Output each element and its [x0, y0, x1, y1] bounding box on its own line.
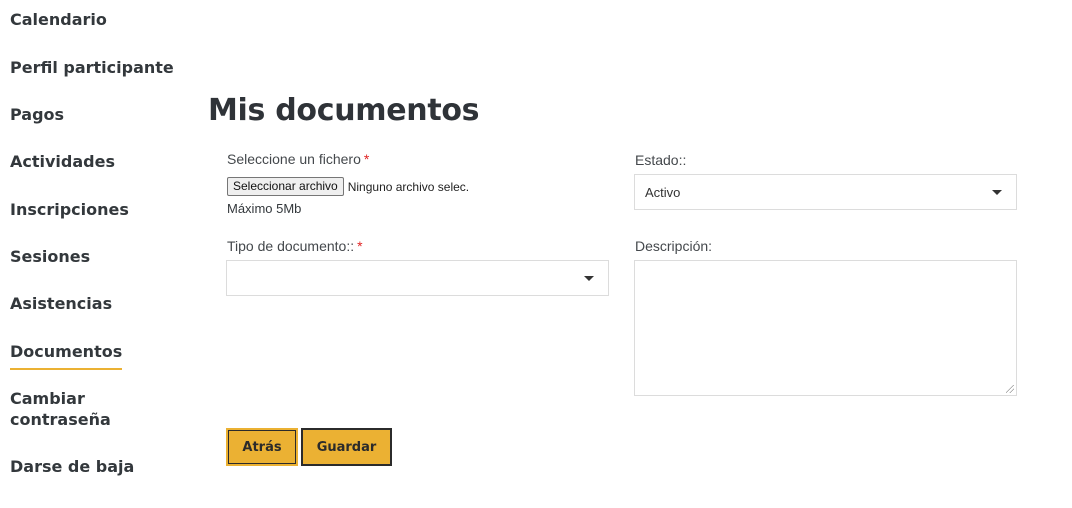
sidebar-item-perfil-participante[interactable]: Perfil participante: [10, 57, 174, 78]
estado-select[interactable]: Activo: [634, 174, 1017, 210]
tipo-documento-select[interactable]: [226, 260, 609, 296]
sidebar-item-sesiones[interactable]: Sesiones: [10, 246, 90, 267]
required-mark: *: [357, 238, 363, 254]
sidebar-item-documentos[interactable]: Documentos: [10, 341, 123, 370]
file-label: Seleccione un fichero *: [227, 151, 369, 167]
save-button[interactable]: Guardar: [301, 428, 392, 466]
sidebar-item-actividades[interactable]: Actividades: [10, 151, 115, 172]
file-label-text: Seleccione un fichero: [227, 151, 361, 167]
choose-file-button[interactable]: Seleccionar archivo: [227, 177, 344, 196]
sidebar-item-asistencias[interactable]: Asistencias: [10, 293, 112, 314]
chevron-down-icon: [992, 190, 1002, 195]
page-title: Mis documentos: [208, 93, 480, 128]
file-status: Ninguno archivo selec.: [347, 179, 470, 194]
descripcion-label: Descripción:: [635, 238, 713, 254]
resize-handle-icon[interactable]: [1006, 385, 1014, 393]
sidebar-item-inscripciones[interactable]: Inscripciones: [10, 199, 129, 220]
tipo-documento-label-text: Tipo de documento::: [227, 238, 355, 254]
estado-selected-value: Activo: [645, 185, 681, 200]
chevron-down-icon: [584, 276, 594, 281]
sidebar-item-darse-de-baja[interactable]: Darse de baja: [10, 456, 134, 477]
required-mark: *: [363, 151, 370, 167]
tipo-documento-label: Tipo de documento:: *: [227, 238, 363, 254]
sidebar-item-pagos[interactable]: Pagos: [10, 104, 64, 125]
sidebar-item-calendario[interactable]: Calendario: [10, 9, 107, 30]
sidebar-item-cambiar-contrasena[interactable]: Cambiar contraseña: [10, 388, 140, 430]
descripcion-textarea[interactable]: [634, 260, 1017, 396]
file-input: Seleccionar archivo Ninguno archivo sele…: [227, 177, 469, 196]
file-size-hint: Máximo 5Mb: [227, 201, 302, 216]
back-button[interactable]: Atrás: [226, 428, 298, 466]
estado-label: Estado::: [635, 152, 687, 168]
